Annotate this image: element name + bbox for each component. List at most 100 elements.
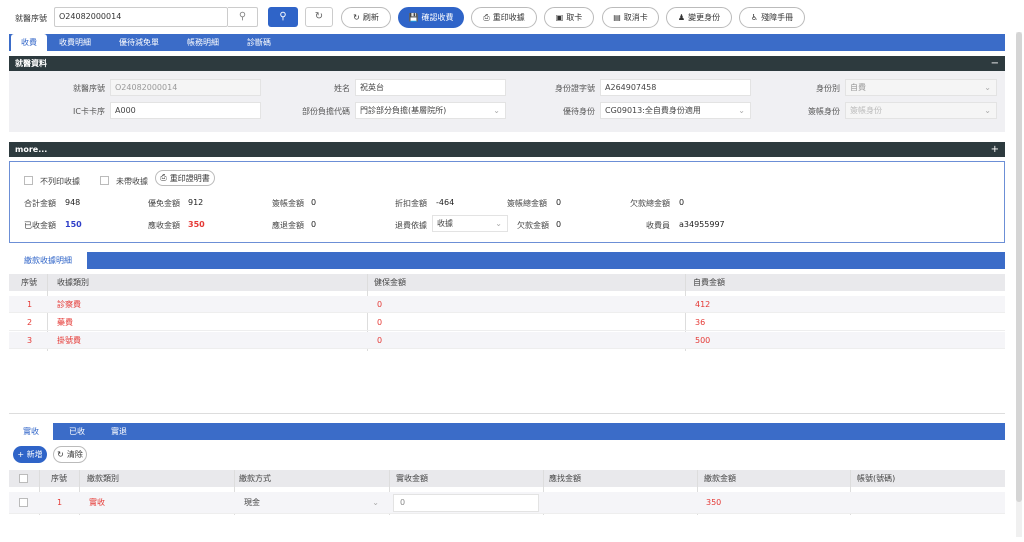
- cashier-label: 收費員: [646, 221, 670, 230]
- identity-label: 身份別: [816, 84, 840, 93]
- row-self: 36: [695, 318, 706, 327]
- page-scrollbar[interactable]: [1016, 32, 1022, 537]
- row-checkbox[interactable]: [19, 498, 28, 507]
- copay-code-select[interactable]: 門診部分負擔(基層院所) ⌄: [355, 102, 506, 119]
- col-nhi-amount: 健保金額: [374, 278, 406, 287]
- tab-billing-detail[interactable]: 收費明細: [59, 34, 91, 51]
- visit-number-label: 就醫序號: [15, 14, 47, 23]
- col-payment-method: 繳款方式: [239, 474, 271, 483]
- add-button[interactable]: + 新增: [13, 446, 47, 463]
- total-amount-label: 合計金額: [24, 199, 56, 208]
- receipt-detail-panel: 繳款收據明細 序號 收據類別 健保金額 自費金額 1 診察費 0 412 2 藥…: [9, 252, 1005, 414]
- take-card-label: 取卡: [566, 13, 583, 22]
- visit-number-input[interactable]: O24082000014: [54, 7, 228, 27]
- tab-receipt-detail[interactable]: 繳款收據明細: [9, 252, 87, 269]
- disability-handbook-label: 殘障手冊: [761, 13, 794, 22]
- more-title: more...: [15, 145, 48, 154]
- cancel-card-button[interactable]: ▤ 取消卡: [602, 7, 659, 28]
- contract-total-value: 0: [556, 198, 562, 207]
- select-all-checkbox[interactable]: [19, 474, 28, 483]
- total-amount-value: 948: [65, 198, 81, 207]
- chevron-down-icon: ⌄: [984, 83, 991, 92]
- take-card-button[interactable]: ▣ 取卡: [544, 7, 594, 28]
- tab-received[interactable]: 已收: [63, 423, 91, 440]
- visit-info-title: 就醫資料: [15, 59, 47, 68]
- refund-basis-label: 退費依據: [395, 221, 427, 230]
- no-bring-label: 未帶收據: [116, 177, 148, 186]
- tab-discount-form[interactable]: 優待減免單: [119, 34, 159, 51]
- actual-amount-input[interactable]: 0: [393, 494, 539, 512]
- col-self-pay-amount: 自費金額: [693, 278, 725, 287]
- row-self: 500: [695, 336, 711, 345]
- reset-button[interactable]: ↻: [305, 7, 333, 27]
- owe-amount-value: 0: [556, 220, 562, 229]
- tab-actual-received[interactable]: 實收: [9, 423, 53, 440]
- expand-icon[interactable]: +: [991, 142, 999, 157]
- tab-diagnosis-code[interactable]: 診斷碼: [247, 34, 271, 51]
- visit-info-header: 就醫資料 −: [9, 56, 1005, 71]
- table-row[interactable]: 3 掛號費 0 500: [9, 332, 1005, 349]
- exempt-amount-label: 優免金額: [148, 199, 180, 208]
- chevron-down-icon: ⌄: [493, 106, 500, 115]
- due-amount-value: 350: [188, 220, 205, 229]
- more-header[interactable]: more... +: [9, 142, 1005, 157]
- tab-account-detail[interactable]: 帳務明細: [187, 34, 219, 51]
- received-amount-label: 已收金額: [24, 221, 56, 230]
- search-icon[interactable]: ⚲: [228, 7, 258, 27]
- due-amount-label: 應收金額: [148, 221, 180, 230]
- no-print-checkbox[interactable]: [24, 176, 33, 185]
- priority-identity-select[interactable]: CG09013:全自費身份適用 ⌄: [600, 102, 751, 119]
- cancel-card-label: 取消卡: [623, 13, 648, 22]
- table-row[interactable]: 1 實收 現金 ⌄ 0 350: [9, 492, 1005, 514]
- id-number-field[interactable]: A264907458: [600, 79, 751, 96]
- refund-basis-select[interactable]: 收據 ⌄: [432, 215, 508, 232]
- reprint-certificate-label: 重印證明書: [169, 173, 210, 183]
- printer-icon: ⎙: [160, 173, 167, 182]
- receipt-table-header: 序號 收據類別 健保金額 自費金額: [9, 274, 1005, 291]
- visit-no-label: 就醫序號: [73, 84, 105, 93]
- scrollbar-thumb[interactable]: [1016, 32, 1022, 502]
- table-row[interactable]: 2 藥費 0 36: [9, 314, 1005, 331]
- search-icon: ⚲: [279, 11, 287, 22]
- row-no: 3: [27, 336, 33, 345]
- clear-button[interactable]: ↻ 清除: [53, 446, 87, 463]
- card-scan-icon: ▣: [555, 13, 564, 22]
- identity-select[interactable]: 自費 ⌄: [845, 79, 997, 96]
- name-field[interactable]: 祝英台: [355, 79, 506, 96]
- ic-card-field[interactable]: A000: [110, 102, 261, 119]
- contract-amount-value: 0: [311, 198, 317, 207]
- refresh-button[interactable]: ↻ 刷新: [341, 7, 391, 28]
- reprint-receipt-button[interactable]: ⎙ 重印收據: [471, 7, 537, 28]
- billing-screen: 就醫序號 O24082000014 ⚲ ⚲ ↻ ↻ 刷新 💾 確認收費 ⎙ 重印…: [0, 0, 1024, 542]
- payment-method-select[interactable]: 現金 ⌄: [238, 494, 384, 512]
- change-identity-button[interactable]: ♟ 變更身份: [666, 7, 732, 28]
- reprint-certificate-button[interactable]: ⎙ 重印證明書: [155, 170, 215, 186]
- refund-basis-value: 收據: [437, 219, 453, 228]
- contract-amount-label: 簽帳金額: [272, 199, 304, 208]
- card-icon: ▤: [613, 13, 621, 22]
- refund-amount-value: 0: [311, 220, 317, 229]
- chevron-down-icon: ⌄: [984, 106, 991, 115]
- collapse-icon[interactable]: −: [991, 56, 999, 71]
- contract-identity-select[interactable]: 簽帳身份 ⌄: [845, 102, 997, 119]
- search-button[interactable]: ⚲: [268, 7, 298, 27]
- tab-billing[interactable]: 收費: [11, 34, 47, 51]
- no-bring-checkbox[interactable]: [100, 176, 109, 185]
- row-nhi: 0: [377, 318, 383, 327]
- confirm-charge-button[interactable]: 💾 確認收費: [398, 7, 464, 28]
- contract-identity-label: 簽帳身份: [808, 107, 840, 116]
- table-row[interactable]: 1 診察費 0 412: [9, 296, 1005, 313]
- refresh-label: 刷新: [362, 13, 379, 22]
- owe-total-label: 欠款總金額: [630, 199, 670, 208]
- users-icon: ♟: [677, 13, 686, 22]
- row-self: 412: [695, 300, 711, 309]
- contract-identity-placeholder: 簽帳身份: [850, 106, 882, 115]
- discount-amount-label: 折扣金額: [395, 199, 427, 208]
- discount-amount-value: -464: [436, 198, 455, 207]
- disability-handbook-button[interactable]: ♿ 殘障手冊: [739, 7, 805, 28]
- row-no: 1: [27, 300, 33, 309]
- tab-actual-refund[interactable]: 實退: [105, 423, 133, 440]
- copay-code-label: 部份負擔代碼: [302, 107, 350, 116]
- col-actual-amount: 實收金額: [396, 474, 428, 483]
- clear-icon: ↻: [57, 450, 64, 459]
